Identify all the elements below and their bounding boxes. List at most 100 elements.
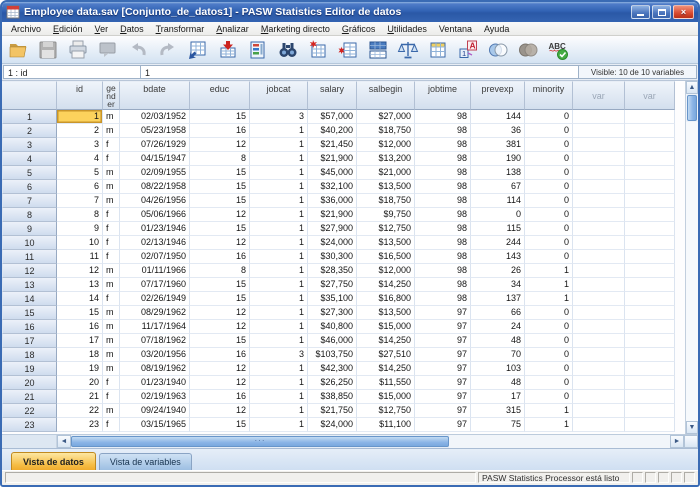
cell[interactable]: 1 bbox=[250, 306, 308, 320]
cell[interactable]: 98 bbox=[415, 180, 471, 194]
cell[interactable]: 05/06/1966 bbox=[120, 208, 190, 222]
cell[interactable]: 0 bbox=[525, 166, 573, 180]
empty-cell[interactable] bbox=[573, 278, 625, 292]
cell[interactable]: $21,750 bbox=[308, 404, 357, 418]
scroll-right-icon[interactable]: ► bbox=[670, 435, 684, 448]
cell[interactable]: $27,300 bbox=[308, 306, 357, 320]
cell[interactable]: 12 bbox=[190, 208, 250, 222]
row-header[interactable]: 15 bbox=[2, 306, 57, 320]
cell[interactable]: 02/09/1955 bbox=[120, 166, 190, 180]
cell[interactable]: 97 bbox=[415, 306, 471, 320]
cell[interactable]: 02/26/1949 bbox=[120, 292, 190, 306]
empty-cell[interactable] bbox=[625, 110, 675, 124]
use-variable-sets-icon[interactable] bbox=[485, 37, 510, 62]
empty-cell[interactable] bbox=[573, 180, 625, 194]
cell[interactable]: $36,000 bbox=[308, 194, 357, 208]
empty-cell[interactable] bbox=[573, 264, 625, 278]
empty-cell[interactable] bbox=[625, 152, 675, 166]
cell[interactable]: 8 bbox=[57, 208, 103, 222]
cell[interactable]: $21,900 bbox=[308, 208, 357, 222]
empty-cell[interactable] bbox=[625, 166, 675, 180]
cell[interactable]: 6 bbox=[57, 180, 103, 194]
cell[interactable]: 67 bbox=[471, 180, 525, 194]
row-header[interactable]: 16 bbox=[2, 320, 57, 334]
cell[interactable]: $14,250 bbox=[357, 334, 415, 348]
cell[interactable]: 1 bbox=[250, 180, 308, 194]
insert-variable-icon[interactable] bbox=[335, 37, 360, 62]
cell[interactable]: 7 bbox=[57, 194, 103, 208]
cell[interactable]: f bbox=[103, 138, 120, 152]
empty-cell[interactable] bbox=[573, 334, 625, 348]
empty-cell[interactable] bbox=[625, 278, 675, 292]
empty-cell[interactable] bbox=[573, 208, 625, 222]
cell[interactable]: 08/22/1958 bbox=[120, 180, 190, 194]
cell[interactable]: $12,750 bbox=[357, 404, 415, 418]
cell[interactable]: $42,300 bbox=[308, 362, 357, 376]
cell[interactable]: 1 bbox=[250, 208, 308, 222]
cell[interactable]: 12 bbox=[57, 264, 103, 278]
menu-ver[interactable]: Ver bbox=[89, 23, 115, 35]
cell[interactable]: 23 bbox=[57, 418, 103, 432]
cell[interactable]: 03/15/1965 bbox=[120, 418, 190, 432]
cell[interactable]: 114 bbox=[471, 194, 525, 208]
cell[interactable]: 21 bbox=[57, 390, 103, 404]
empty-cell[interactable] bbox=[573, 166, 625, 180]
empty-cell[interactable] bbox=[573, 194, 625, 208]
empty-cell[interactable] bbox=[625, 292, 675, 306]
cell[interactable]: 04/15/1947 bbox=[120, 152, 190, 166]
cell[interactable]: 1 bbox=[250, 222, 308, 236]
cell[interactable]: f bbox=[103, 292, 120, 306]
cell[interactable]: 15 bbox=[57, 306, 103, 320]
cell[interactable]: 97 bbox=[415, 362, 471, 376]
cell[interactable]: 0 bbox=[525, 250, 573, 264]
cell[interactable]: 144 bbox=[471, 110, 525, 124]
empty-cell[interactable] bbox=[625, 264, 675, 278]
cell[interactable]: m bbox=[103, 320, 120, 334]
horizontal-scrollbar[interactable]: ◄ ··· ► bbox=[2, 434, 698, 448]
cell[interactable]: $12,000 bbox=[357, 138, 415, 152]
cell[interactable]: 1 bbox=[250, 390, 308, 404]
menu-analizar[interactable]: Analizar bbox=[210, 23, 255, 35]
cell[interactable]: 26 bbox=[471, 264, 525, 278]
cell[interactable]: 2 bbox=[57, 124, 103, 138]
cell[interactable]: 3 bbox=[250, 110, 308, 124]
row-header[interactable]: 14 bbox=[2, 292, 57, 306]
cell[interactable]: m bbox=[103, 194, 120, 208]
empty-cell[interactable] bbox=[573, 418, 625, 432]
cell[interactable]: 5 bbox=[57, 166, 103, 180]
empty-cell[interactable] bbox=[625, 404, 675, 418]
empty-cell[interactable] bbox=[625, 320, 675, 334]
cell[interactable]: 66 bbox=[471, 306, 525, 320]
cell[interactable]: 15 bbox=[190, 418, 250, 432]
cell[interactable]: 98 bbox=[415, 194, 471, 208]
cell[interactable]: $13,500 bbox=[357, 236, 415, 250]
spell-check-icon[interactable]: ABC bbox=[545, 37, 570, 62]
cell[interactable]: 315 bbox=[471, 404, 525, 418]
select-cases-icon[interactable] bbox=[425, 37, 450, 62]
row-header[interactable]: 1 bbox=[2, 110, 57, 124]
select-all-corner[interactable] bbox=[2, 81, 57, 110]
cell[interactable]: $21,000 bbox=[357, 166, 415, 180]
row-header[interactable]: 3 bbox=[2, 138, 57, 152]
cell[interactable]: $13,200 bbox=[357, 152, 415, 166]
empty-cell[interactable] bbox=[573, 348, 625, 362]
cell[interactable]: $13,500 bbox=[357, 306, 415, 320]
cell[interactable]: 97 bbox=[415, 418, 471, 432]
cell[interactable]: 0 bbox=[525, 194, 573, 208]
cell[interactable]: 98 bbox=[415, 152, 471, 166]
minimize-button[interactable] bbox=[631, 5, 650, 19]
vertical-scroll-thumb[interactable] bbox=[687, 95, 697, 121]
cell[interactable]: 1 bbox=[525, 264, 573, 278]
cell[interactable]: 08/19/1962 bbox=[120, 362, 190, 376]
cell[interactable]: 07/18/1962 bbox=[120, 334, 190, 348]
cell[interactable]: $40,200 bbox=[308, 124, 357, 138]
title-bar[interactable]: Employee data.sav [Conjunto_de_datos1] -… bbox=[2, 2, 698, 22]
cell[interactable]: $103,750 bbox=[308, 348, 357, 362]
empty-cell[interactable] bbox=[573, 320, 625, 334]
cell[interactable]: $24,000 bbox=[308, 418, 357, 432]
open-file-icon[interactable] bbox=[5, 37, 30, 62]
cell[interactable]: 1 bbox=[250, 320, 308, 334]
cell[interactable]: 0 bbox=[525, 208, 573, 222]
cell[interactable]: 4 bbox=[57, 152, 103, 166]
cell[interactable]: 16 bbox=[57, 320, 103, 334]
